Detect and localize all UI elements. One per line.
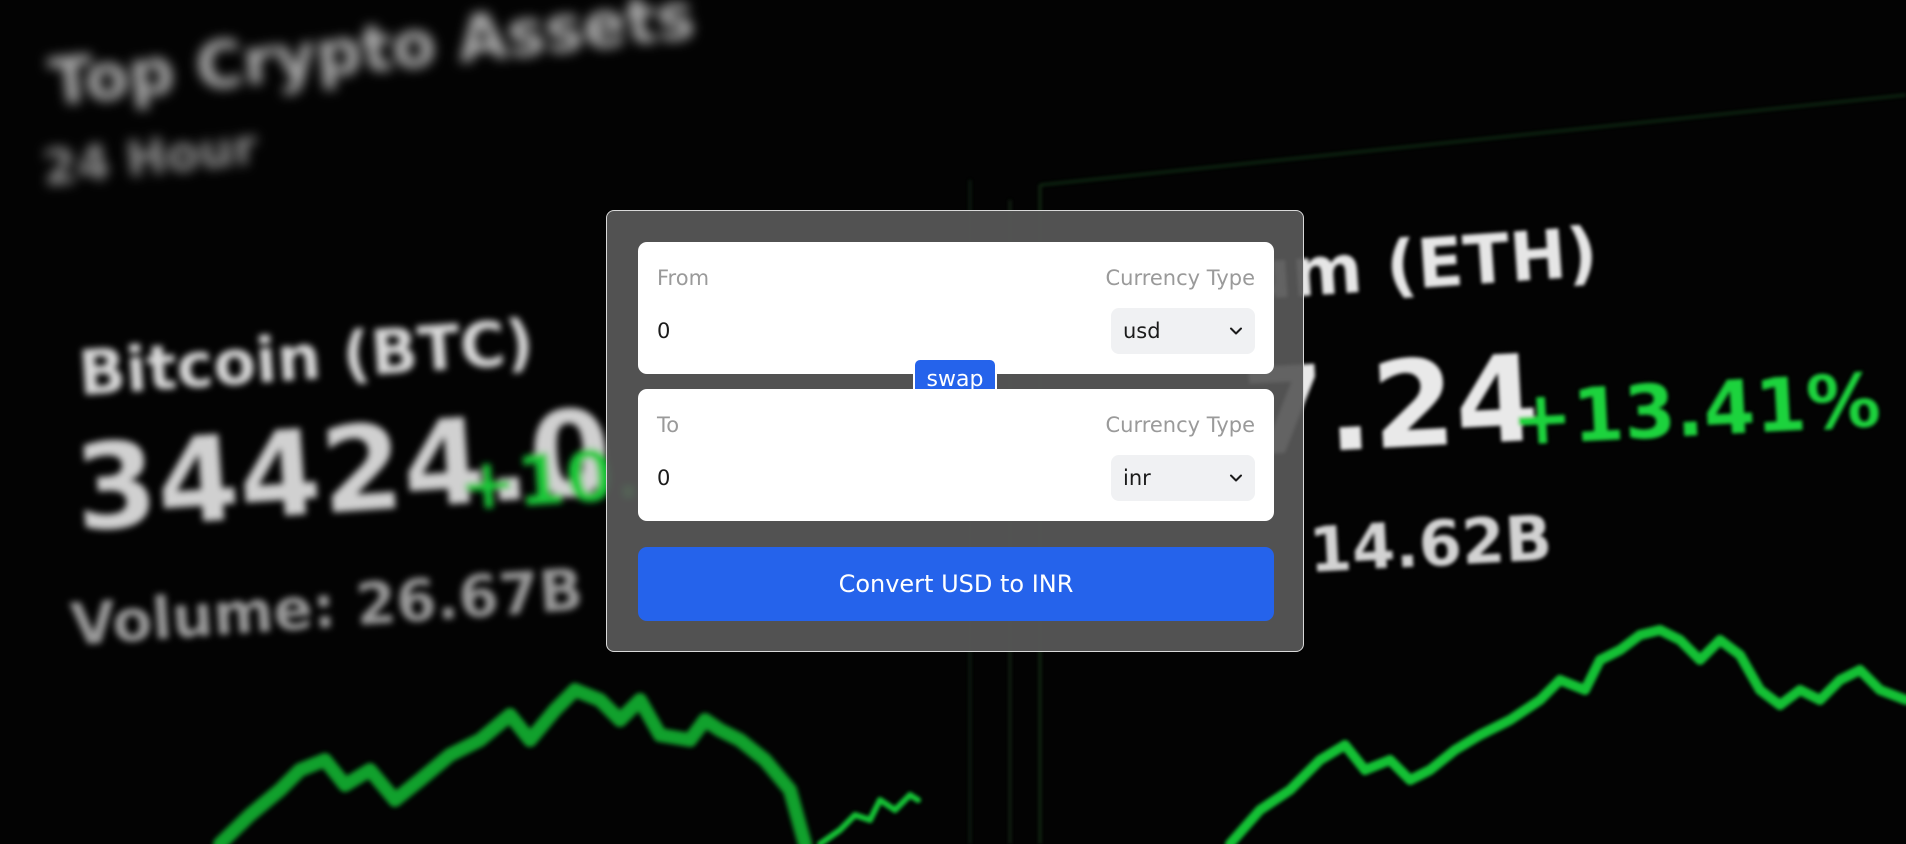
to-currency-value: inr <box>1123 466 1151 490</box>
chevron-down-icon <box>1230 474 1242 482</box>
from-field-group: From Currency Type usd <box>638 242 1274 374</box>
from-label: From <box>657 266 710 290</box>
bg-eth-volume: 14.62B <box>1307 501 1554 587</box>
from-currency-select[interactable]: usd <box>1111 308 1255 354</box>
to-currency-type-label: Currency Type <box>1105 413 1255 437</box>
to-currency-select[interactable]: inr <box>1111 455 1255 501</box>
to-field-group: To Currency Type inr <box>638 389 1274 521</box>
to-label: To <box>657 413 680 437</box>
chevron-down-icon <box>1230 327 1242 335</box>
from-currency-value: usd <box>1123 319 1161 343</box>
to-amount-input[interactable] <box>657 463 1057 493</box>
from-amount-input[interactable] <box>657 316 1057 346</box>
converter-panel: From Currency Type usd swap To Currency … <box>606 210 1304 652</box>
convert-button[interactable]: Convert USD to INR <box>638 547 1274 621</box>
from-currency-type-label: Currency Type <box>1105 266 1255 290</box>
